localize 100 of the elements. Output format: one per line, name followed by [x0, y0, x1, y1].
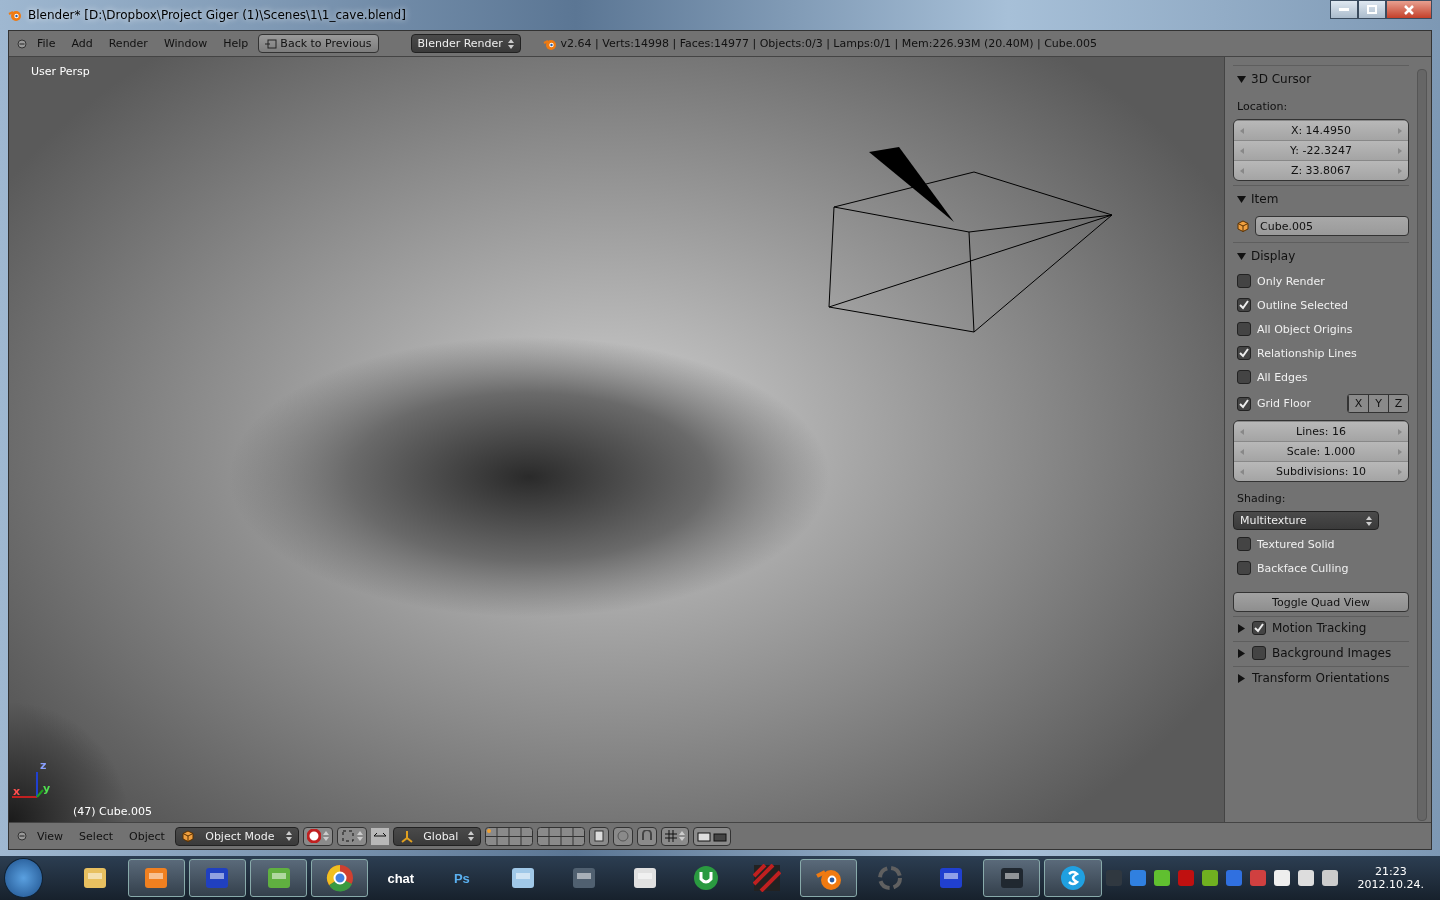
object-name-field[interactable]: Cube.005 [1255, 216, 1409, 236]
pivot-dropdown[interactable] [302, 826, 333, 846]
scene-statistics: v2.64 | Verts:14998 | Faces:14977 | Objects:0/3 | Lamps:0/1 | Mem:226.93M (20.40M) | Cube.005 [560, 37, 1098, 50]
checkbox[interactable] [1252, 646, 1266, 660]
axis-toggle[interactable]: X [1348, 395, 1368, 412]
pivot-icon [306, 829, 321, 843]
tray-icon[interactable] [1201, 870, 1218, 886]
up-down-arrows-icon [507, 38, 514, 49]
checkbox[interactable] [1237, 322, 1251, 336]
collapse-icon[interactable] [17, 38, 27, 49]
snap-element-dropdown[interactable] [660, 826, 689, 846]
number-field[interactable]: Y: -22.3247 [1234, 140, 1408, 160]
minimize-button[interactable] [1330, 0, 1358, 19]
up-down-arrows-icon [285, 831, 292, 841]
chat-bubble-icon [1059, 864, 1087, 892]
menu-item[interactable]: Object [123, 829, 171, 843]
number-field[interactable]: Scale: 1.000 [1234, 441, 1408, 461]
window-title: Blender* [D:\Dropbox\Project Giger (1)\Scenes\1\1_cave.blend] [28, 8, 406, 22]
taskbar-app-button[interactable] [127, 859, 185, 897]
axes-icon [399, 829, 414, 843]
up-down-arrows-icon [322, 831, 329, 841]
taskbar-app-button[interactable] [250, 859, 308, 897]
taskbar-app-button[interactable] [311, 859, 369, 897]
checkbox[interactable] [1237, 561, 1251, 575]
panel-header[interactable]: Motion Tracking [1272, 621, 1367, 635]
panel-header[interactable]: Transform Orientations [1252, 671, 1390, 685]
mode-dropdown[interactable]: Object Mode [174, 826, 299, 846]
maximize-button[interactable] [1358, 0, 1386, 19]
render-buttons[interactable] [692, 826, 731, 846]
tray-icon[interactable] [1297, 870, 1314, 886]
tray-icon[interactable] [1273, 870, 1290, 886]
taskbar-app-button[interactable]: chat [372, 859, 430, 897]
app-logo-icon: chat [387, 870, 415, 886]
panel-header[interactable]: 3D Cursor [1233, 65, 1409, 90]
proportional-edit-toggle[interactable] [612, 826, 633, 846]
shading-label: Shading: [1236, 491, 1287, 507]
panel-header[interactable]: Item [1233, 185, 1409, 210]
checkbox-label: Textured Solid [1257, 537, 1335, 551]
app-logo-icon: Ps [453, 870, 470, 886]
tray-icon[interactable] [1321, 870, 1338, 886]
clock-date: 2012.10.24. [1357, 878, 1425, 891]
snap-toggle[interactable] [636, 826, 657, 846]
start-button[interactable] [4, 858, 43, 898]
up-down-arrows-icon [356, 831, 363, 841]
checkbox[interactable] [1237, 537, 1251, 551]
render-engine-dropdown[interactable]: Blender Render [410, 34, 521, 53]
number-field[interactable]: Lines: 16 [1234, 421, 1408, 441]
close-button[interactable] [1386, 0, 1432, 19]
maximize-icon [1367, 5, 1377, 14]
checkbox-label: Backface Culling [1257, 561, 1349, 575]
snap-pivot-dropdown[interactable] [336, 826, 367, 846]
circle-logo-icon [325, 864, 354, 892]
number-field[interactable]: X: 14.4950 [1234, 120, 1408, 140]
checkbox[interactable] [1237, 370, 1251, 384]
number-field[interactable]: Z: 33.8067 [1234, 160, 1408, 180]
axis-toggle[interactable]: Y [1368, 395, 1388, 412]
cube-icon [1237, 220, 1249, 232]
camera-icon [696, 830, 711, 842]
panel-header[interactable]: Display [1233, 242, 1409, 267]
checkbox[interactable] [1237, 298, 1251, 312]
ring-icon [875, 864, 904, 892]
menu-item[interactable]: Help [217, 37, 255, 50]
taskbar-app-button[interactable]: Ps [433, 859, 491, 897]
menu-item[interactable]: View [31, 829, 70, 843]
taskbar-app-button[interactable] [800, 859, 858, 897]
panel-header[interactable]: Background Images [1272, 646, 1392, 660]
blender-logo-icon [8, 8, 22, 22]
view-name: User Persp [31, 65, 90, 78]
menu-item[interactable]: Window [157, 37, 214, 50]
circle-icon [616, 830, 629, 842]
checkbox[interactable] [1237, 396, 1251, 411]
taskbar-app-button[interactable] [983, 859, 1041, 897]
toggle-quad-view-button[interactable]: Toggle Quad View [1233, 592, 1409, 612]
layer-grid-icon[interactable] [536, 826, 585, 846]
taskbar-app-button[interactable] [1044, 859, 1102, 897]
axis-label: x [13, 785, 21, 798]
layer-grid-icon[interactable] [484, 826, 533, 846]
scrollbar[interactable] [1417, 69, 1427, 821]
checkbox[interactable] [1252, 621, 1266, 635]
axis-toggle[interactable]: Z [1388, 395, 1408, 412]
menu-item[interactable]: Render [102, 37, 154, 50]
back-to-previous-button[interactable]: Back to Previous [258, 34, 379, 53]
active-object-label: (47) Cube.005 [73, 805, 152, 818]
checkbox[interactable] [1237, 346, 1251, 360]
axis-label: z [40, 759, 47, 772]
tray-icon[interactable] [1153, 870, 1170, 886]
close-icon [1404, 4, 1414, 15]
manipulator-toggle[interactable] [370, 827, 389, 845]
shading-dropdown[interactable]: Multitexture [1233, 511, 1379, 530]
up-down-arrows-icon [1366, 515, 1372, 526]
checkbox-label: All Object Origins [1257, 322, 1353, 336]
lock-layers-toggle[interactable] [588, 826, 609, 846]
collapse-icon[interactable] [17, 831, 27, 841]
menu-item[interactable]: Add [65, 37, 99, 50]
menu-item[interactable]: Select [73, 829, 120, 843]
checkbox[interactable] [1237, 274, 1251, 288]
number-field[interactable]: Subdivisions: 10 [1234, 461, 1408, 481]
menu-item[interactable]: File [31, 37, 62, 50]
layer-lock-icon [592, 830, 605, 842]
orientation-dropdown[interactable]: Global [392, 826, 481, 846]
